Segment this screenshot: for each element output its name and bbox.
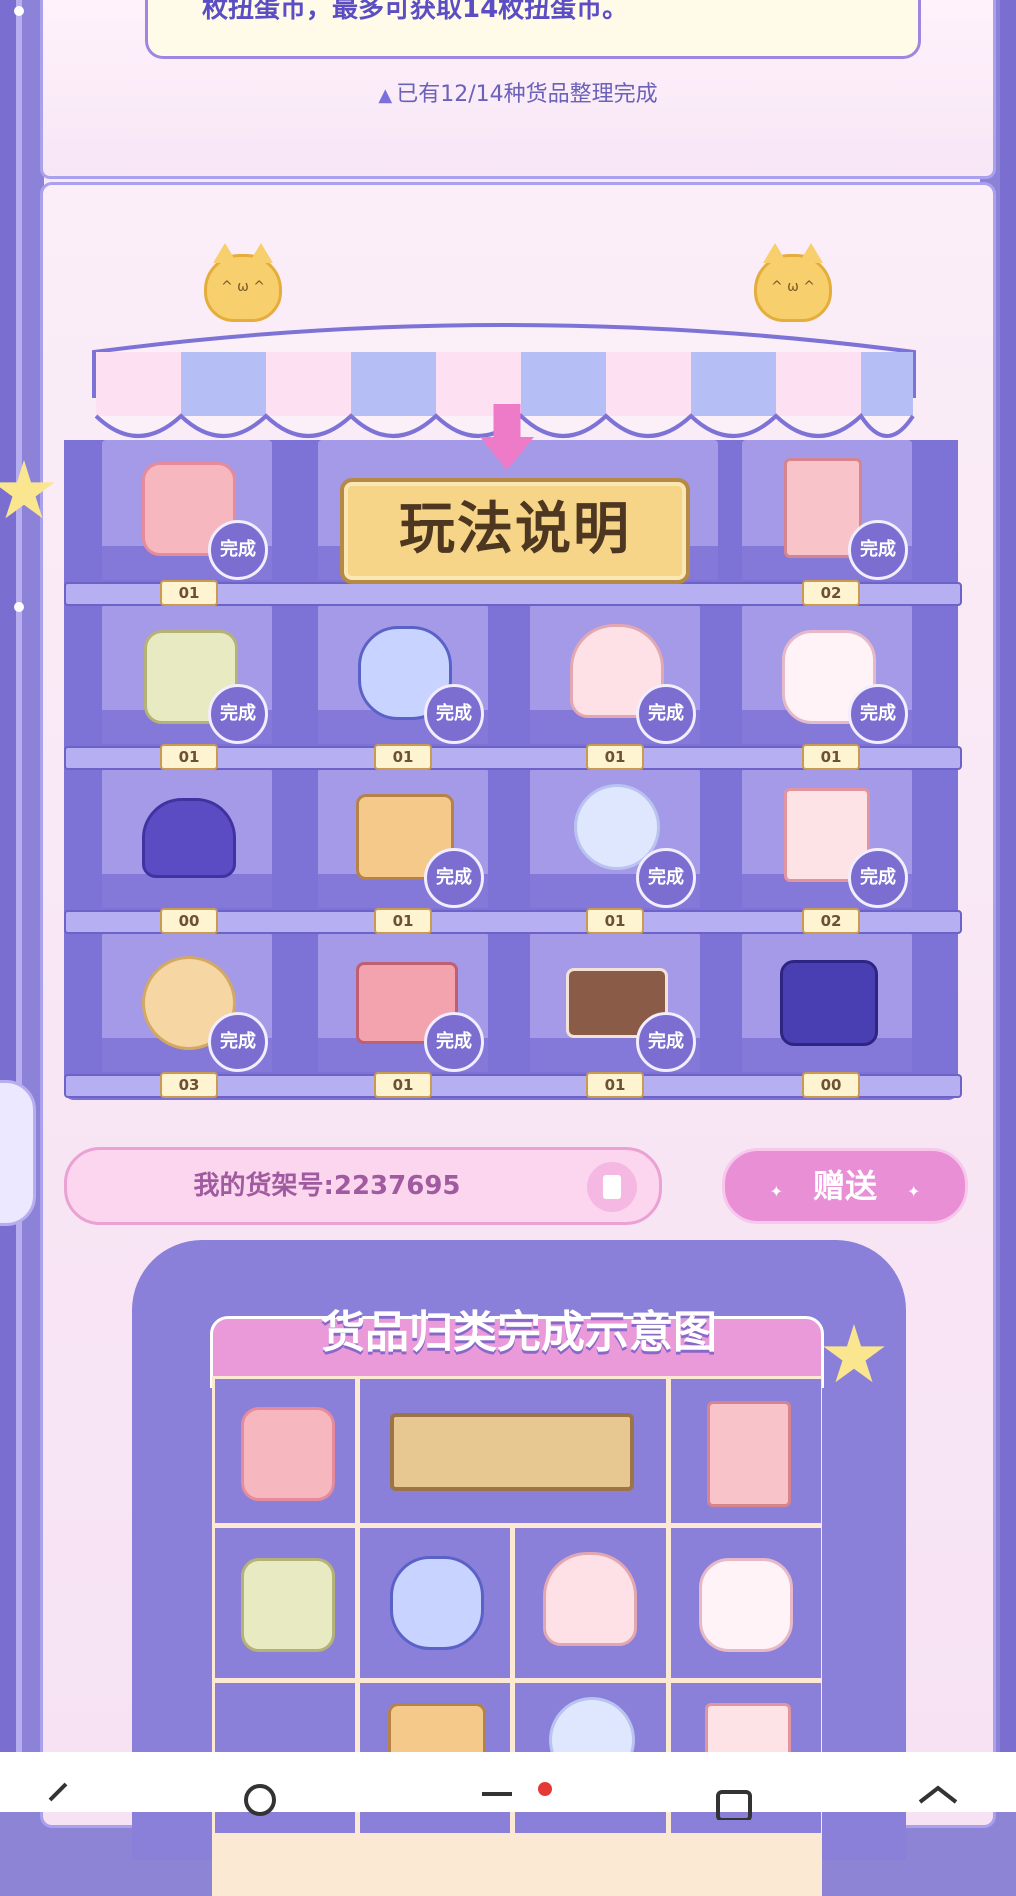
done-badge: 完成	[848, 684, 908, 744]
bunny-mug-icon	[699, 1558, 793, 1652]
count-tag: 01	[586, 908, 644, 934]
decor-dot	[14, 602, 24, 612]
slot-camera[interactable]	[742, 932, 912, 1072]
camera-icon	[780, 960, 878, 1046]
grid-cell	[360, 1528, 510, 1678]
count-tag: 02	[802, 908, 860, 934]
slot-cake-slice[interactable]: 完成	[530, 932, 700, 1072]
navigation-bar	[0, 1752, 1016, 1820]
progress-label: 已有12/14种货品整理完成	[396, 82, 658, 107]
slot-crystal-ball[interactable]: 完成	[530, 768, 700, 908]
cat-ear-hat-icon	[142, 798, 236, 878]
done-badge: 完成	[424, 848, 484, 908]
slot-suitcase[interactable]: 完成	[318, 768, 488, 908]
perfume-bottle-icon	[390, 1556, 484, 1650]
backpack-icon	[241, 1407, 335, 1501]
slot-shell-box[interactable]: 完成	[530, 604, 700, 744]
notification-dot	[538, 1782, 552, 1796]
slot-bunny-mug[interactable]: 完成	[742, 604, 912, 744]
shell-box-icon	[543, 1552, 637, 1646]
info-card: 枚扭蛋币，最多可获取14枚扭蛋币。 ▲ 已有12/14种货品整理完成	[40, 0, 996, 179]
copy-button[interactable]	[587, 1162, 637, 1212]
done-badge: 完成	[208, 684, 268, 744]
grid-cell	[671, 1379, 821, 1523]
count-tag: 01	[374, 1072, 432, 1098]
count-tag: 01	[160, 580, 218, 606]
slot-photo-album[interactable]: 完成	[742, 440, 912, 580]
done-badge: 完成	[424, 1012, 484, 1072]
grid-cell	[515, 1528, 666, 1678]
slot-flower-basket[interactable]: 完成	[102, 604, 272, 744]
photo-album-icon	[707, 1401, 791, 1507]
slot-cat-ear-hat[interactable]	[102, 768, 272, 908]
slot-moon-pillow[interactable]: 完成	[102, 932, 272, 1072]
slot-eyeshadow-palette[interactable]: 完成	[318, 932, 488, 1072]
slot-perfume-bottle[interactable]: 完成	[318, 604, 488, 744]
done-badge: 完成	[208, 520, 268, 580]
done-badge: 完成	[636, 848, 696, 908]
done-badge: 完成	[636, 684, 696, 744]
cat-decor-icon: ^ ω ^	[754, 243, 832, 322]
done-badge: 完成	[424, 684, 484, 744]
home-icon[interactable]	[918, 1780, 958, 1820]
slot-milk-carton[interactable]: 完成	[742, 768, 912, 908]
cat-decor-icon: ^ ω ^	[204, 243, 282, 322]
grid-cell	[671, 1528, 821, 1678]
slot-backpack[interactable]: 完成	[102, 440, 272, 580]
progress-text: ▲ 已有12/14种货品整理完成	[43, 76, 993, 108]
shelf-number-text: 我的货架号:2237695	[193, 1171, 461, 1201]
tabs-icon[interactable]	[714, 1780, 754, 1820]
search-icon[interactable]	[240, 1780, 280, 1820]
count-tag: 01	[374, 908, 432, 934]
count-tag: 01	[586, 744, 644, 770]
done-badge: 完成	[208, 1012, 268, 1072]
triangle-icon: ▲	[378, 85, 393, 106]
shelf-number-field: 我的货架号:2237695	[64, 1147, 662, 1225]
sparkle-icon: ✦	[769, 1182, 783, 1201]
count-tag: 00	[160, 908, 218, 934]
plaque-icon	[390, 1413, 634, 1491]
done-badge: 完成	[636, 1012, 696, 1072]
done-badge: 完成	[848, 848, 908, 908]
menu-icon[interactable]	[480, 1780, 520, 1820]
gift-button[interactable]: ✦ 赠送 ✦	[722, 1148, 968, 1224]
decor-dot	[14, 6, 24, 16]
grid-cell	[360, 1379, 666, 1523]
count-tag: 02	[802, 580, 860, 606]
diagram-title: 货品归类完成示意图	[321, 1307, 717, 1358]
count-tag: 01	[160, 744, 218, 770]
count-tag: 01	[802, 744, 860, 770]
help-button[interactable]: 玩法说明	[340, 478, 690, 584]
back-icon[interactable]	[40, 1780, 80, 1820]
sparkle-icon: ✦	[907, 1182, 921, 1201]
side-float-button[interactable]	[0, 1080, 36, 1226]
notice-box: 枚扭蛋币，最多可获取14枚扭蛋币。	[145, 0, 921, 59]
count-tag: 01	[374, 744, 432, 770]
gift-label: 赠送	[812, 1167, 877, 1205]
grid-cell	[215, 1528, 355, 1678]
flower-basket-icon	[241, 1558, 335, 1652]
count-tag: 00	[802, 1072, 860, 1098]
done-badge: 完成	[848, 520, 908, 580]
grid-cell	[215, 1379, 355, 1523]
count-tag: 03	[160, 1072, 218, 1098]
count-tag: 01	[586, 1072, 644, 1098]
notice-text: 枚扭蛋币，最多可获取14枚扭蛋币。	[202, 0, 629, 24]
copy-icon	[603, 1175, 621, 1199]
